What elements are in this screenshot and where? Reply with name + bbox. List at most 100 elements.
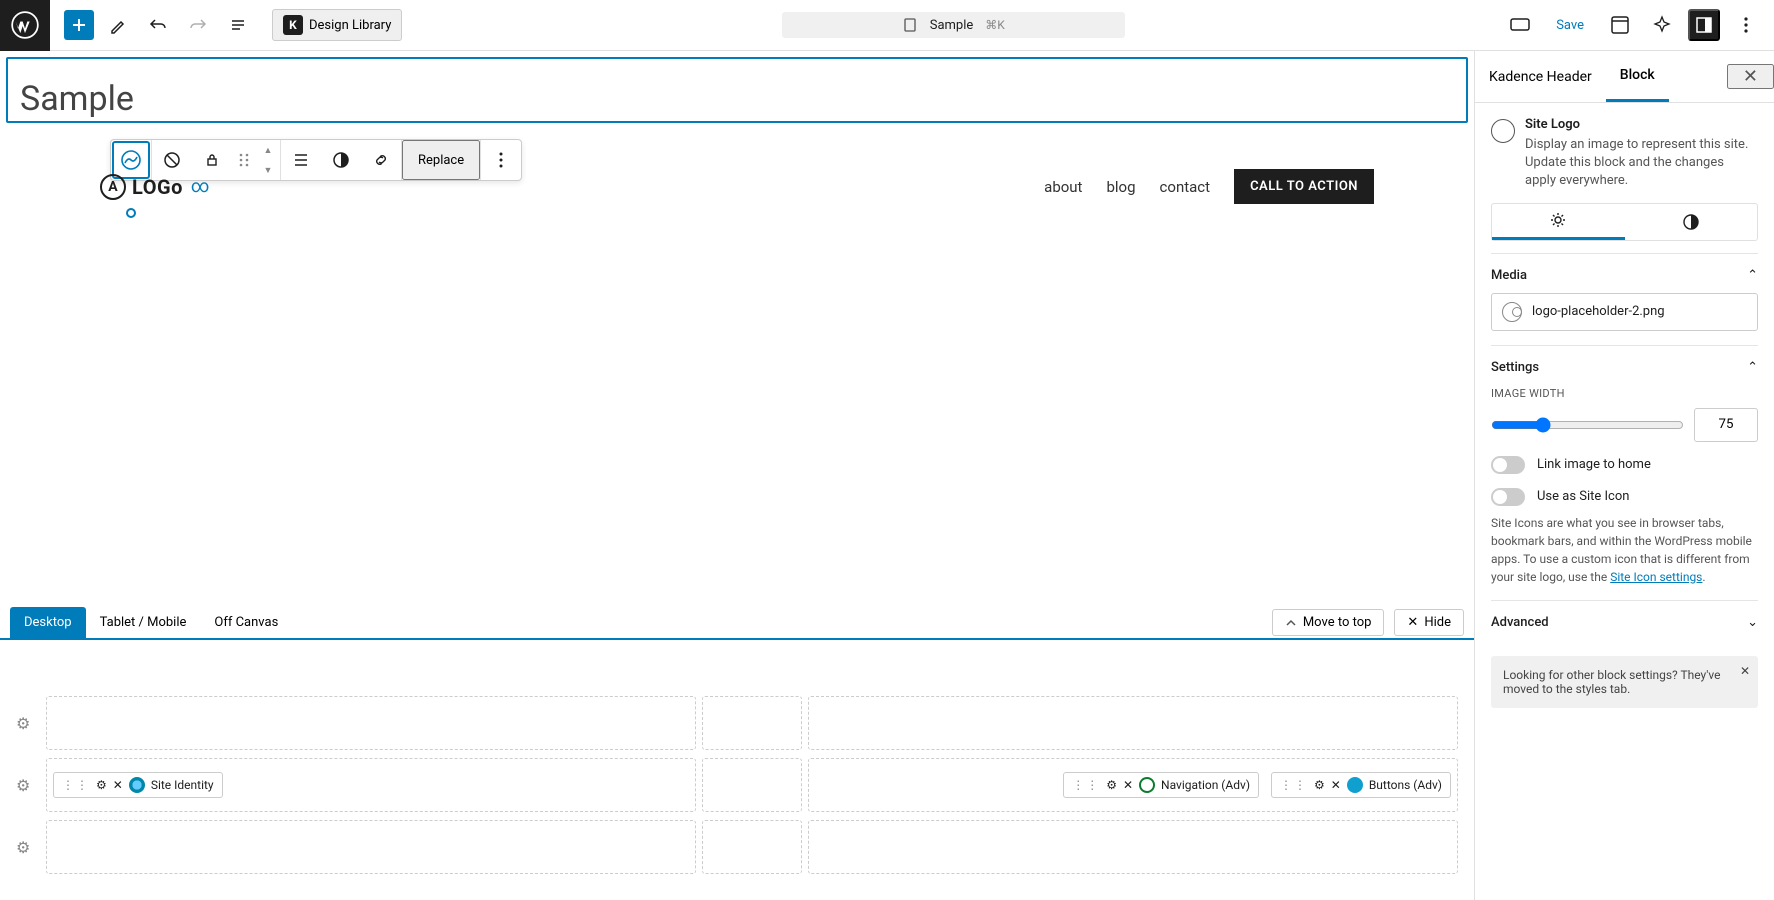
header-bottom-right-slot[interactable]	[808, 820, 1458, 874]
subtab-general[interactable]	[1492, 204, 1625, 240]
settings-section-title: Settings	[1491, 360, 1539, 375]
use-as-icon-label: Use as Site Icon	[1537, 489, 1629, 504]
moved-settings-notice: Looking for other block settings? They'v…	[1491, 656, 1758, 708]
list-view-button[interactable]	[222, 9, 254, 41]
logo-text: LOGo	[132, 175, 183, 199]
gear-icon	[1549, 211, 1567, 229]
site-icon-settings-link[interactable]: Site Icon settings	[1610, 570, 1702, 584]
gear-icon[interactable]: ⚙	[96, 778, 107, 792]
chevron-up-icon[interactable]: ⌃	[1747, 268, 1758, 283]
view-toggle-button[interactable]	[1504, 9, 1536, 41]
media-file-chip[interactable]: logo-placeholder-2.png	[1491, 293, 1758, 331]
use-as-icon-toggle[interactable]	[1491, 488, 1525, 506]
tab-off-canvas[interactable]: Off Canvas	[200, 607, 292, 638]
close-icon[interactable]: ✕	[113, 778, 123, 792]
nav-link-about[interactable]: about	[1044, 178, 1082, 196]
duotone-button[interactable]	[321, 140, 361, 180]
ai-button[interactable]	[1646, 9, 1678, 41]
header-main-center-slot[interactable]	[702, 758, 802, 812]
media-section-title: Media	[1491, 268, 1527, 283]
block-name: Site Logo	[1525, 117, 1758, 132]
block-more-button[interactable]	[481, 140, 521, 180]
thumbnail-icon	[1502, 302, 1522, 322]
drag-handle[interactable]	[232, 140, 256, 180]
tab-tablet-mobile[interactable]: Tablet / Mobile	[86, 607, 201, 638]
chevron-up-icon	[1285, 617, 1297, 629]
drag-handle-icon[interactable]: ⋮⋮	[62, 778, 90, 792]
undo-button[interactable]	[142, 9, 174, 41]
infinity-icon: ∞	[191, 176, 210, 197]
identity-icon	[129, 777, 145, 793]
redo-button[interactable]	[182, 9, 214, 41]
header-top-left-slot[interactable]	[46, 696, 696, 750]
header-main-right-slot[interactable]: ⋮⋮ ⚙ ✕ Navigation (Adv) ⋮⋮ ⚙ ✕	[808, 758, 1458, 812]
header-top-right-slot[interactable]	[808, 696, 1458, 750]
wordpress-logo[interactable]	[0, 0, 50, 51]
replace-button[interactable]: Replace	[402, 140, 480, 180]
options-menu-button[interactable]	[1730, 9, 1762, 41]
close-icon[interactable]: ✕	[1331, 778, 1341, 792]
navigation-icon	[1139, 777, 1155, 793]
chip-buttons[interactable]: ⋮⋮ ⚙ ✕ Buttons (Adv)	[1271, 772, 1451, 798]
gear-icon[interactable]: ⚙	[1314, 778, 1325, 792]
image-width-slider[interactable]	[1491, 417, 1684, 433]
dismiss-notice-button[interactable]: ✕	[1740, 664, 1750, 678]
gear-icon[interactable]: ⚙	[1106, 778, 1117, 792]
row-settings-icon[interactable]: ⚙	[16, 838, 36, 857]
nav-link-contact[interactable]: contact	[1160, 178, 1211, 196]
close-icon[interactable]: ✕	[1123, 778, 1133, 792]
move-up-button[interactable]: ▲	[256, 140, 280, 160]
document-title-bar[interactable]: Sample ⌘K	[782, 12, 1125, 38]
page-title: Sample	[20, 79, 1466, 119]
styles-button[interactable]	[1604, 9, 1636, 41]
tab-desktop[interactable]: Desktop	[10, 607, 86, 638]
chip-label: Site Identity	[151, 778, 214, 792]
header-top-center-slot[interactable]	[702, 696, 802, 750]
chip-navigation[interactable]: ⋮⋮ ⚙ ✕ Navigation (Adv)	[1063, 772, 1259, 798]
move-to-top-button[interactable]: Move to top	[1272, 609, 1385, 636]
link-home-label: Link image to home	[1537, 457, 1651, 472]
chip-label: Navigation (Adv)	[1161, 778, 1250, 792]
selected-block-frame[interactable]: Sample	[6, 57, 1468, 123]
close-icon: ✕	[1407, 615, 1418, 630]
contrast-icon	[1682, 213, 1700, 231]
image-width-input[interactable]	[1694, 408, 1758, 442]
align-button[interactable]	[281, 140, 321, 180]
row-settings-icon[interactable]: ⚙	[16, 714, 36, 733]
block-description: Display an image to represent this site.…	[1525, 136, 1758, 191]
edit-tool-button[interactable]	[102, 9, 134, 41]
add-block-button[interactable]	[64, 10, 94, 40]
link-home-toggle[interactable]	[1491, 456, 1525, 474]
image-width-label: Image Width	[1491, 387, 1758, 400]
advanced-section-title: Advanced	[1491, 615, 1549, 630]
header-bottom-center-slot[interactable]	[702, 820, 802, 874]
document-title: Sample	[930, 18, 974, 33]
subtab-style[interactable]	[1625, 204, 1758, 240]
design-library-button[interactable]: K Design Library	[272, 9, 402, 41]
tab-kadence-header[interactable]: Kadence Header	[1475, 53, 1606, 101]
drag-handle-icon[interactable]: ⋮⋮	[1072, 778, 1100, 792]
save-button[interactable]: Save	[1546, 12, 1594, 39]
resize-handle[interactable]	[126, 208, 136, 218]
chevron-up-icon[interactable]: ⌃	[1747, 360, 1758, 375]
site-logo-preview[interactable]: A LOGo ∞	[100, 174, 209, 200]
buttons-icon	[1347, 777, 1363, 793]
move-down-button[interactable]: ▼	[256, 160, 280, 180]
settings-sidebar-button[interactable]	[1688, 9, 1720, 41]
nav-link-blog[interactable]: blog	[1106, 178, 1135, 196]
link-button[interactable]	[361, 140, 401, 180]
chevron-down-icon[interactable]: ⌄	[1747, 615, 1758, 630]
hide-button[interactable]: ✕ Hide	[1394, 609, 1464, 636]
tab-block[interactable]: Block	[1606, 51, 1669, 102]
close-sidebar-button[interactable]: ✕	[1727, 64, 1774, 89]
header-main-left-slot[interactable]: ⋮⋮ ⚙ ✕ Site Identity	[46, 758, 696, 812]
media-filename: logo-placeholder-2.png	[1532, 304, 1665, 319]
kadence-icon: K	[283, 15, 303, 35]
logo-mark-icon: A	[100, 174, 126, 200]
row-settings-icon[interactable]: ⚙	[16, 776, 36, 795]
chip-site-identity[interactable]: ⋮⋮ ⚙ ✕ Site Identity	[53, 772, 223, 798]
site-logo-icon	[1491, 119, 1515, 143]
header-bottom-left-slot[interactable]	[46, 820, 696, 874]
drag-handle-icon[interactable]: ⋮⋮	[1280, 778, 1308, 792]
cta-button[interactable]: CALL TO ACTION	[1234, 169, 1374, 204]
